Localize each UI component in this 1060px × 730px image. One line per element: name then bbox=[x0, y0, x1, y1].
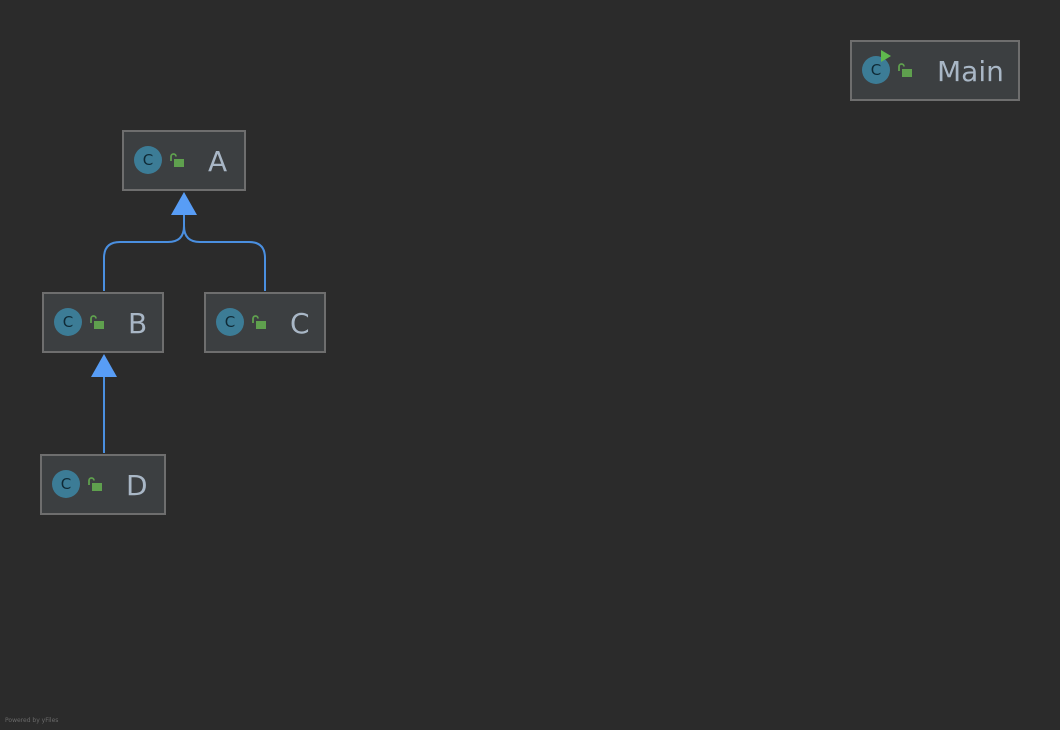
run-badge-icon bbox=[881, 50, 891, 62]
edges-layer bbox=[91, 192, 266, 453]
public-unlock-icon bbox=[90, 315, 104, 329]
class-name-label: D bbox=[126, 469, 148, 502]
inheritance-arrowhead-b bbox=[91, 354, 117, 377]
class-icon: C bbox=[54, 308, 82, 336]
class-icon-letter: C bbox=[60, 475, 72, 493]
class-icon: C bbox=[216, 308, 244, 336]
inheritance-arrowhead-a bbox=[171, 192, 197, 215]
class-name-label: B bbox=[128, 307, 148, 340]
class-node-a[interactable]: C A bbox=[122, 130, 246, 191]
public-unlock-icon bbox=[898, 63, 912, 77]
class-icon: C bbox=[52, 470, 80, 498]
class-icon-letter: C bbox=[62, 313, 74, 331]
powered-by-footer: Powered by yFiles bbox=[5, 717, 59, 724]
class-node-c[interactable]: C C bbox=[204, 292, 326, 353]
inheritance-edge-b-a[interactable] bbox=[103, 215, 185, 291]
public-unlock-icon bbox=[252, 315, 266, 329]
class-icon: C bbox=[134, 146, 162, 174]
public-unlock-icon bbox=[170, 153, 184, 167]
class-node-main[interactable]: C Main bbox=[850, 40, 1020, 101]
diagram-canvas: C A C B C C C D C Main Powered by yFiles bbox=[0, 0, 1060, 730]
class-icon-letter: C bbox=[142, 151, 154, 169]
class-name-label: A bbox=[208, 145, 228, 178]
runnable-class-icon: C bbox=[862, 50, 891, 84]
class-node-b[interactable]: C B bbox=[42, 292, 164, 353]
class-node-d[interactable]: C D bbox=[40, 454, 166, 515]
class-name-label: C bbox=[290, 307, 310, 340]
class-name-label: Main bbox=[937, 55, 1004, 88]
inheritance-edge-c-a[interactable] bbox=[183, 215, 266, 291]
public-unlock-icon bbox=[88, 477, 102, 491]
class-icon-letter: C bbox=[224, 313, 236, 331]
